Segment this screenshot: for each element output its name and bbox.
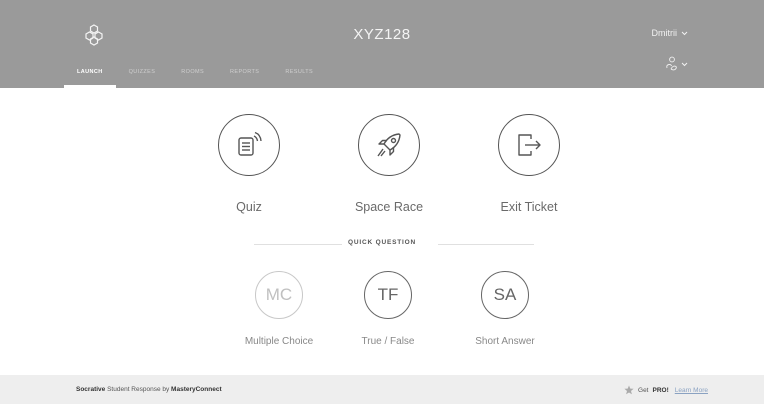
footer: Socrative Student Response by MasteryCon…	[0, 375, 764, 404]
divider-right	[438, 244, 534, 245]
tab-results[interactable]: RESULTS	[272, 60, 326, 88]
space-race-label: Space Race	[354, 200, 424, 214]
quick-question-title: QUICK QUESTION	[348, 239, 416, 246]
main-nav: LAUNCH QUIZZES ROOMS REPORTS RESULTS	[64, 60, 326, 88]
footer-brand: Socrative	[76, 386, 106, 393]
chevron-down-icon	[681, 31, 688, 35]
room-name: XYZ128	[353, 26, 411, 43]
get-pro-section: Get PRO! Learn More	[624, 385, 708, 395]
language-menu[interactable]	[665, 56, 688, 72]
tab-rooms[interactable]: ROOMS	[168, 60, 217, 88]
true-false-button[interactable]: TF True / False	[333, 271, 443, 347]
quiz-document-icon	[238, 131, 262, 156]
star-icon	[624, 385, 634, 395]
exit-ticket-label: Exit Ticket	[500, 200, 558, 214]
space-race-circle	[358, 114, 420, 176]
true-false-label: True / False	[361, 336, 415, 347]
multiple-choice-label: Multiple Choice	[244, 336, 314, 347]
get-pro-prefix: Get	[638, 386, 649, 394]
user-name: Dmitrii	[651, 28, 678, 38]
tf-circle: TF	[364, 271, 412, 319]
multiple-choice-button[interactable]: MC Multiple Choice	[224, 271, 334, 347]
top-header: XYZ128 Dmitrii LAUNCH QUIZZES ROOMS REPO…	[0, 0, 764, 88]
short-answer-button[interactable]: SA Short Answer	[450, 271, 560, 347]
rocket-icon	[377, 133, 401, 157]
quiz-tile[interactable]: Quiz	[184, 114, 314, 214]
footer-company: MasteryConnect	[171, 386, 222, 393]
short-answer-label: Short Answer	[475, 336, 535, 347]
mc-circle: MC	[255, 271, 303, 319]
language-icon	[666, 56, 677, 71]
sa-circle: SA	[481, 271, 529, 319]
footer-credit: Socrative Student Response by MasteryCon…	[76, 386, 222, 393]
tab-launch[interactable]: LAUNCH	[64, 60, 116, 88]
tab-reports[interactable]: REPORTS	[217, 60, 272, 88]
tab-quizzes[interactable]: QUIZZES	[116, 60, 169, 88]
footer-middle: Student Response by	[105, 386, 172, 393]
quiz-label: Quiz	[236, 200, 262, 214]
space-race-tile[interactable]: Space Race	[324, 114, 454, 214]
user-menu[interactable]: Dmitrii	[652, 28, 689, 38]
exit-ticket-tile[interactable]: Exit Ticket	[464, 114, 594, 214]
exit-door-icon	[518, 134, 541, 156]
pro-label: PRO!	[652, 386, 669, 394]
quiz-circle	[218, 114, 280, 176]
chevron-down-icon	[681, 62, 688, 66]
learn-more-link[interactable]: Learn More	[675, 387, 708, 394]
exit-ticket-circle	[498, 114, 560, 176]
